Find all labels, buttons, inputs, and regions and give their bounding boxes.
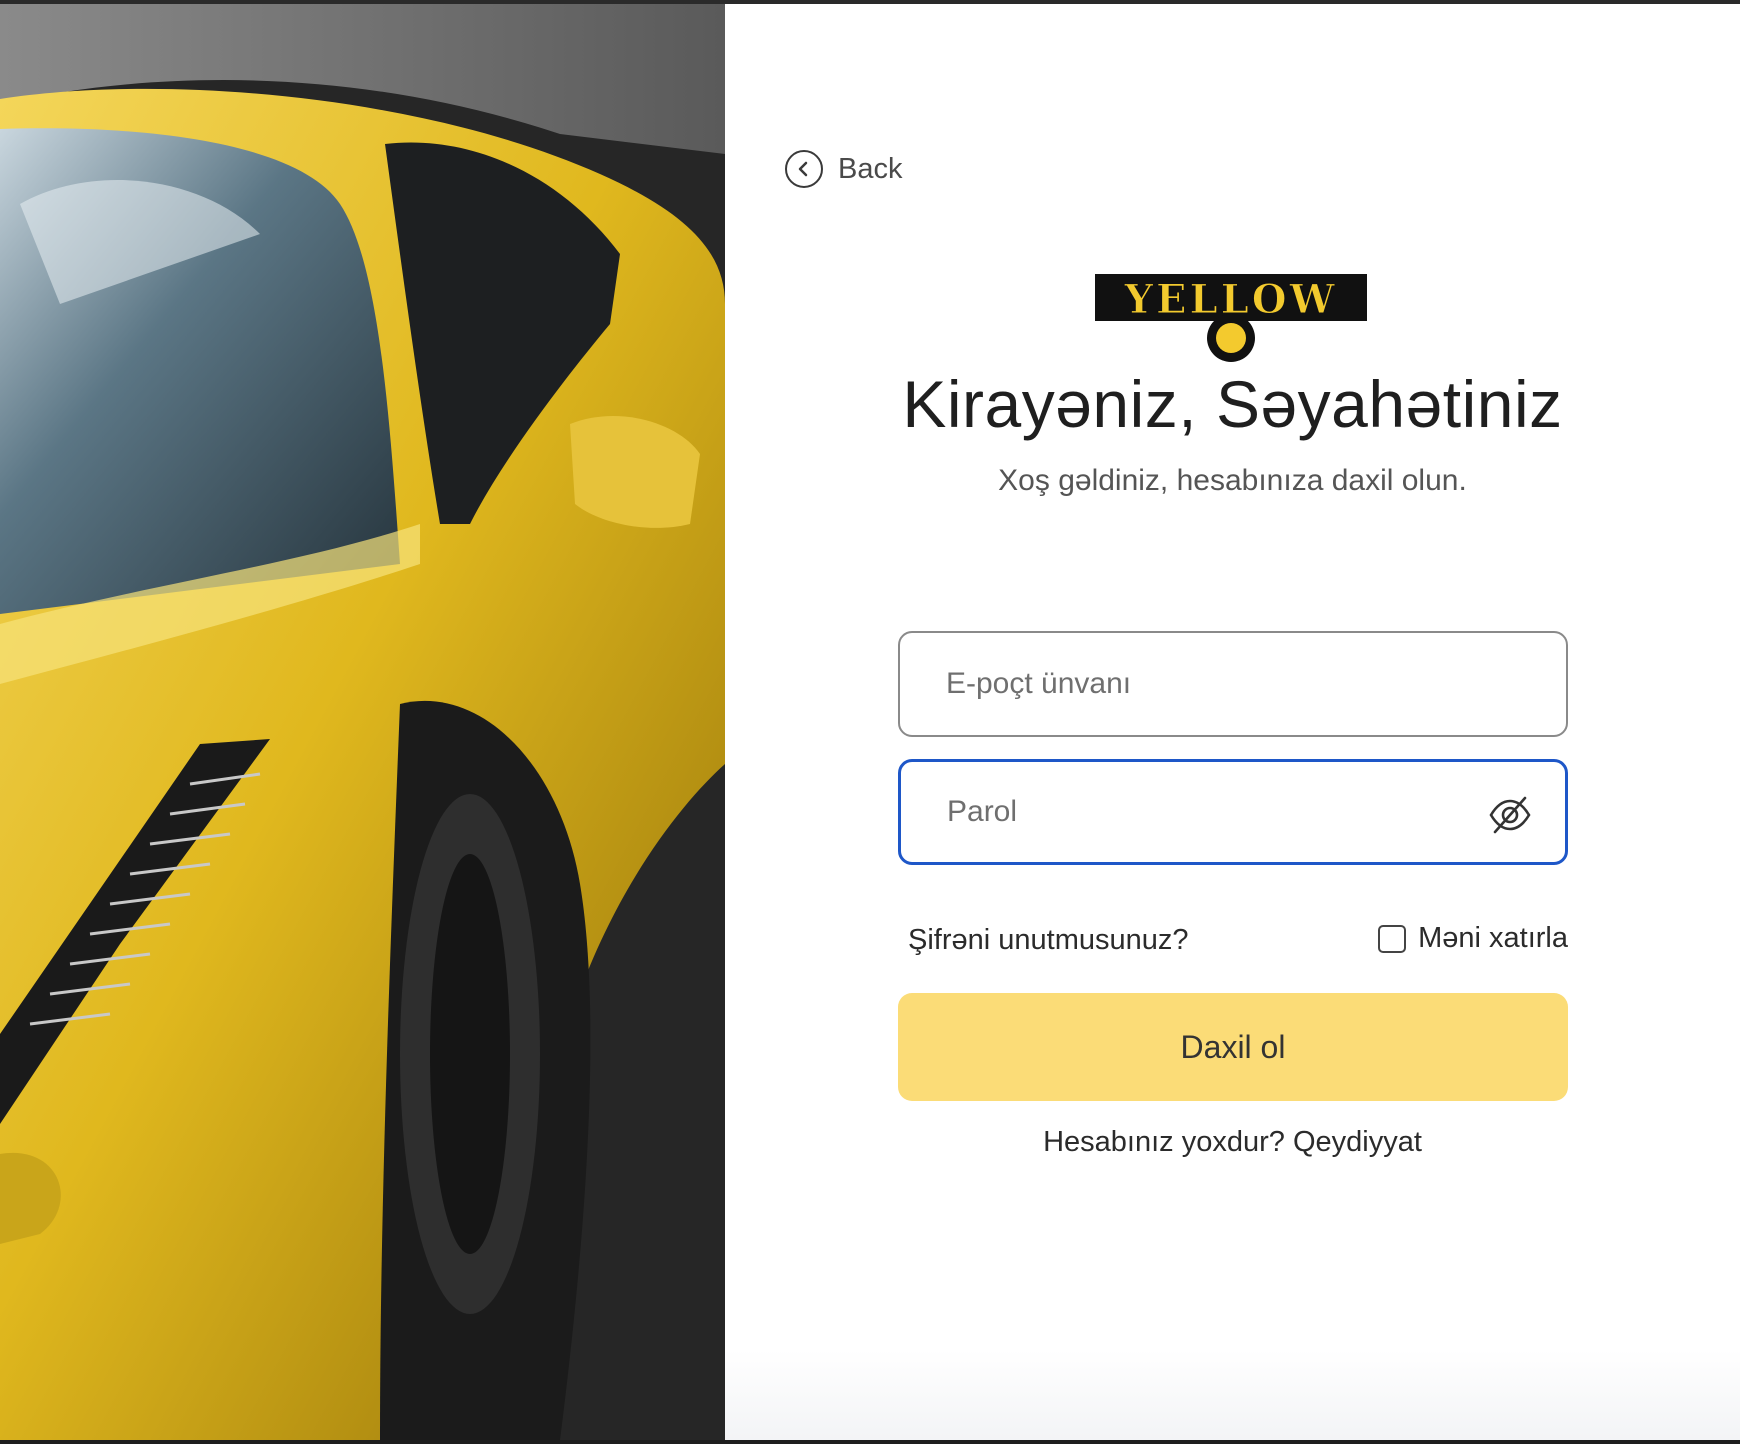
remember-me[interactable]: Məni xatırla <box>1378 922 1568 955</box>
remember-label: Məni xatırla <box>1418 922 1568 954</box>
signup-prompt: Hesabınız yoxdur? Qeydiyyat <box>725 1126 1740 1159</box>
login-panel: Back YELLOW Kirayəniz, Səyahətiniz Xoş g… <box>725 4 1740 1440</box>
signup-link[interactable]: Qeydiyyat <box>1293 1126 1422 1158</box>
panel-bottom-fade <box>725 1350 1740 1440</box>
remember-checkbox[interactable] <box>1378 924 1407 953</box>
page-title: Kirayəniz, Səyahətiniz <box>902 367 1563 441</box>
chevron-left-icon <box>785 150 823 188</box>
email-field[interactable] <box>898 631 1568 737</box>
back-button[interactable]: Back <box>785 150 902 188</box>
logo-g-mark <box>1207 314 1255 362</box>
email-input[interactable] <box>946 633 1466 735</box>
password-field[interactable] <box>898 759 1568 865</box>
login-button[interactable]: Daxil ol <box>898 993 1568 1101</box>
forgot-password-link[interactable]: Şifrəni unutmusunuz? <box>908 924 1189 957</box>
password-input[interactable] <box>947 762 1467 862</box>
page-subtitle: Xoş gəldiniz, hesabınıza daxil olun. <box>998 464 1467 497</box>
eye-off-icon[interactable] <box>1487 792 1533 838</box>
yellow-go-logo: YELLOW <box>1095 274 1367 366</box>
hero-car-photo <box>0 4 725 1440</box>
signup-question: Hesabınız yoxdur? <box>1043 1126 1285 1158</box>
back-label: Back <box>838 152 903 185</box>
